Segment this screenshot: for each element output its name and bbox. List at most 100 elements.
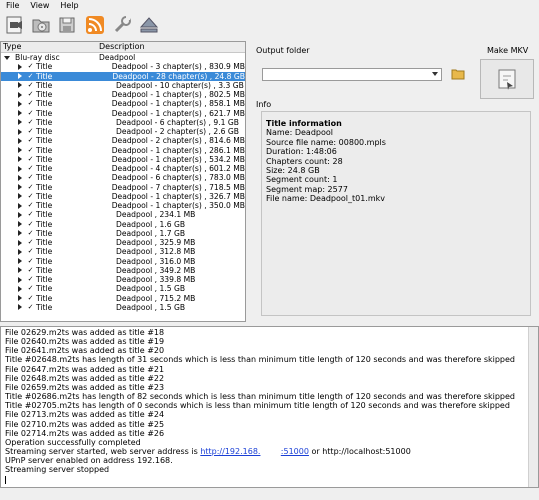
eject-button[interactable] [136, 12, 162, 38]
expand-arrow-icon[interactable] [18, 128, 22, 135]
expand-arrow-icon[interactable] [18, 100, 22, 107]
expand-arrow-icon[interactable] [18, 202, 22, 209]
web-server-link[interactable]: http://192.168. [200, 447, 260, 456]
title-row[interactable]: ✓ Title Deadpool - 1 chapter(s) , 858.1 MB [1, 99, 245, 108]
title-row[interactable]: ✓ Title Deadpool , 715.2 MB [1, 294, 245, 303]
expand-arrow-icon[interactable] [18, 295, 22, 302]
log-scrollbar[interactable] [528, 327, 538, 487]
title-row[interactable]: ✓ Title Deadpool , 312.8 MB [1, 247, 245, 256]
dropdown-arrow-icon[interactable] [432, 72, 438, 76]
title-checkbox[interactable]: ✓ [27, 118, 34, 126]
title-row[interactable]: ✓ Title Deadpool , 1.5 GB [1, 303, 245, 312]
collapse-arrow-icon[interactable] [4, 55, 10, 60]
expand-arrow-icon[interactable] [18, 165, 22, 172]
expand-arrow-icon[interactable] [18, 63, 22, 70]
menu-file[interactable]: File [0, 0, 24, 11]
expand-arrow-icon[interactable] [18, 73, 22, 80]
title-row[interactable]: ✓ Title Deadpool , 234.1 MB [1, 210, 245, 219]
title-checkbox[interactable]: ✓ [27, 229, 34, 237]
title-checkbox[interactable]: ✓ [27, 285, 34, 292]
title-row[interactable]: ✓ Title Deadpool - 28 chapter(s) , 24.8 GB [1, 71, 245, 81]
title-row[interactable]: ✓ Title Deadpool - 6 chapter(s) , 783.0 MB [1, 173, 245, 182]
expand-arrow-icon[interactable] [18, 156, 22, 163]
title-row[interactable]: ✓ Title Deadpool - 1 chapter(s) , 534.2 MB [1, 155, 245, 164]
title-checkbox[interactable]: ✓ [27, 81, 34, 89]
expand-arrow-icon[interactable] [18, 221, 22, 228]
title-row[interactable]: ✓ Title Deadpool - 7 chapter(s) , 718.5 MB [1, 183, 245, 192]
title-checkbox[interactable]: ✓ [27, 202, 34, 209]
title-checkbox[interactable]: ✓ [27, 266, 34, 274]
title-row[interactable]: ✓ Title Deadpool , 339.8 MB [1, 275, 245, 284]
expand-arrow-icon[interactable] [18, 239, 22, 246]
title-checkbox[interactable]: ✓ [27, 128, 34, 135]
expand-arrow-icon[interactable] [18, 230, 22, 237]
expand-arrow-icon[interactable] [18, 174, 22, 181]
title-row[interactable]: ✓ Title Deadpool , 316.0 MB [1, 257, 245, 266]
settings-button[interactable] [109, 12, 135, 38]
expand-arrow-icon[interactable] [18, 276, 22, 283]
title-checkbox[interactable]: ✓ [27, 91, 34, 98]
title-row[interactable]: ✓ Title Deadpool - 1 chapter(s) , 286.1 MB [1, 146, 245, 155]
title-checkbox[interactable]: ✓ [27, 174, 34, 181]
column-type-header[interactable]: Type [1, 42, 97, 52]
open-files-button[interactable] [1, 12, 27, 38]
title-checkbox[interactable]: ✓ [27, 220, 34, 228]
title-checkbox[interactable]: ✓ [27, 303, 34, 311]
column-description-header[interactable]: Description [97, 42, 145, 52]
title-row[interactable]: ✓ Title Deadpool - 1 chapter(s) , 802.5 MB [1, 90, 245, 99]
title-row[interactable]: ✓ Title Deadpool - 1 chapter(s) , 326.7 MB [1, 192, 245, 201]
title-row[interactable]: ✓ Title Deadpool - 10 chapter(s) , 3.3 GB [1, 81, 245, 90]
expand-arrow-icon[interactable] [18, 267, 22, 274]
menu-help[interactable]: Help [54, 0, 83, 11]
title-row[interactable]: ✓ Title Deadpool - 1 chapter(s) , 350.0 MB [1, 201, 245, 210]
title-checkbox[interactable]: ✓ [27, 72, 34, 80]
expand-arrow-icon[interactable] [18, 147, 22, 154]
expand-arrow-icon[interactable] [18, 258, 22, 265]
title-checkbox[interactable]: ✓ [27, 257, 34, 265]
title-row[interactable]: ✓ Title Deadpool - 2 chapter(s) , 814.6 MB [1, 136, 245, 145]
title-checkbox[interactable]: ✓ [27, 63, 34, 70]
title-checkbox[interactable]: ✓ [27, 100, 34, 107]
expand-arrow-icon[interactable] [18, 184, 22, 191]
title-checkbox[interactable]: ✓ [27, 155, 34, 163]
title-checkbox[interactable]: ✓ [27, 239, 34, 246]
title-checkbox[interactable]: ✓ [27, 211, 34, 218]
title-row[interactable]: ✓ Title Deadpool - 4 chapter(s) , 601.2 MB [1, 164, 245, 173]
title-row[interactable]: ✓ Title Deadpool - 6 chapter(s) , 9.1 GB [1, 118, 245, 127]
menu-view[interactable]: View [24, 0, 54, 11]
title-row[interactable]: ✓ Title Deadpool - 3 chapter(s) , 830.9 MB [1, 62, 245, 71]
output-folder-combobox[interactable] [262, 68, 442, 81]
title-row[interactable]: ✓ Title Deadpool - 1 chapter(s) , 621.7 MB [1, 109, 245, 118]
title-row[interactable]: ✓ Title Deadpool , 325.9 MB [1, 238, 245, 247]
title-checkbox[interactable]: ✓ [27, 248, 34, 255]
expand-arrow-icon[interactable] [18, 248, 22, 255]
title-checkbox[interactable]: ✓ [27, 137, 34, 144]
expand-arrow-icon[interactable] [18, 193, 22, 200]
make-mkv-button[interactable] [480, 59, 534, 99]
title-checkbox[interactable]: ✓ [27, 146, 34, 154]
backup-button[interactable] [55, 12, 81, 38]
tree-root-row[interactable]: Blu-ray disc Deadpool [1, 53, 245, 62]
title-checkbox[interactable]: ✓ [27, 109, 34, 117]
title-checkbox[interactable]: ✓ [27, 165, 34, 172]
expand-arrow-icon[interactable] [18, 91, 22, 98]
title-row[interactable]: ✓ Title Deadpool - 2 chapter(s) , 2.6 GB [1, 127, 245, 136]
expand-arrow-icon[interactable] [18, 304, 22, 311]
title-checkbox[interactable]: ✓ [27, 294, 34, 302]
expand-arrow-icon[interactable] [18, 82, 22, 89]
browse-folder-button[interactable] [451, 67, 465, 81]
expand-arrow-icon[interactable] [18, 119, 22, 126]
title-checkbox[interactable]: ✓ [27, 276, 34, 283]
title-row[interactable]: ✓ Title Deadpool , 1.5 GB [1, 284, 245, 293]
title-checkbox[interactable]: ✓ [27, 183, 34, 191]
expand-arrow-icon[interactable] [18, 285, 22, 292]
expand-arrow-icon[interactable] [18, 137, 22, 144]
expand-arrow-icon[interactable] [18, 211, 22, 218]
title-tree[interactable]: Type Description Blu-ray disc Deadpool ✓… [0, 41, 246, 322]
web-server-port-link[interactable]: :51000 [281, 447, 309, 456]
title-row[interactable]: ✓ Title Deadpool , 349.2 MB [1, 266, 245, 275]
log-panel[interactable]: File 02629.m2ts was added as title #18 Fi… [0, 326, 539, 488]
title-checkbox[interactable]: ✓ [27, 192, 34, 200]
title-row[interactable]: ✓ Title Deadpool , 1.6 GB [1, 220, 245, 229]
open-disc-button[interactable] [28, 12, 54, 38]
